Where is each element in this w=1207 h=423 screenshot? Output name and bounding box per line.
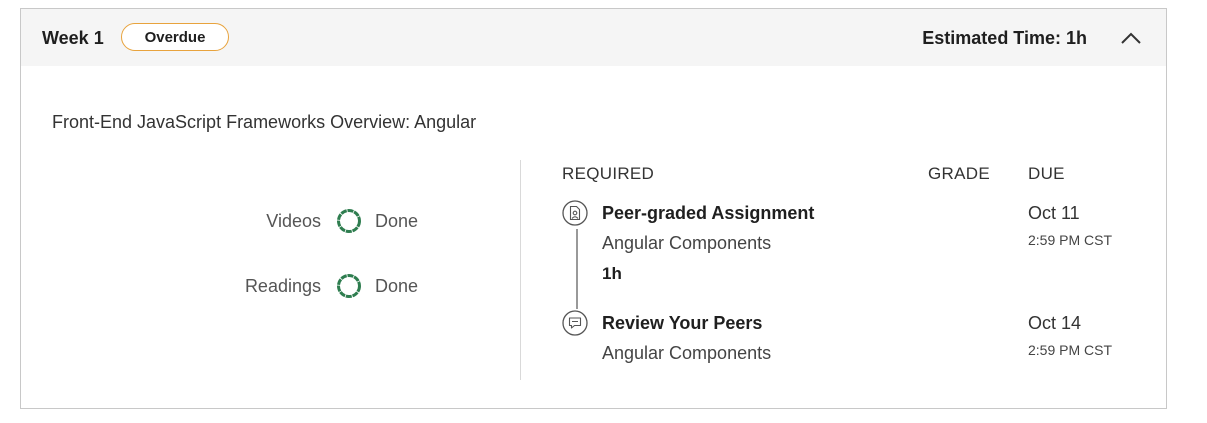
overdue-badge: Overdue xyxy=(121,23,229,51)
item-type[interactable]: Review Your Peers xyxy=(602,313,762,334)
review-peers-icon xyxy=(562,310,588,336)
week-header[interactable]: Week 1 Overdue Estimated Time: 1h xyxy=(21,9,1166,66)
chevron-up-icon[interactable] xyxy=(1118,26,1144,50)
item-duration: 1h xyxy=(602,264,622,283)
estimated-time: Estimated Time: 1h xyxy=(922,28,1087,48)
due-date: Oct 14 xyxy=(1028,313,1082,333)
column-header-grade: GRADE xyxy=(928,164,990,183)
item-name[interactable]: Angular Components xyxy=(602,343,771,364)
due-date: Oct 11 xyxy=(1028,203,1080,223)
timeline-connector xyxy=(576,229,578,309)
item-type[interactable]: Peer-graded Assignment xyxy=(602,203,814,224)
progress-label: Readings xyxy=(244,276,321,296)
progress-readings: Readings xyxy=(21,273,321,299)
column-header-due: DUE xyxy=(1028,164,1065,183)
progress-ring-icon xyxy=(336,273,362,304)
progress-status: Done xyxy=(375,211,419,231)
column-header-required: REQUIRED xyxy=(562,164,655,183)
week-title: Week 1 xyxy=(42,28,104,48)
due-time: 2:59 PM CST xyxy=(1028,342,1113,358)
peer-assignment-icon xyxy=(562,200,588,226)
week-card: Week 1 Overdue Estimated Time: 1h Front-… xyxy=(20,8,1167,409)
progress-videos: Videos xyxy=(21,208,321,234)
progress-ring-icon xyxy=(336,208,362,239)
item-name[interactable]: Angular Components xyxy=(602,233,771,254)
due-time: 2:59 PM CST xyxy=(1028,232,1113,248)
progress-label: Videos xyxy=(266,211,321,231)
module-title: Front-End JavaScript Frameworks Overview… xyxy=(52,112,477,132)
column-divider xyxy=(520,160,521,380)
progress-status: Done xyxy=(375,276,419,296)
